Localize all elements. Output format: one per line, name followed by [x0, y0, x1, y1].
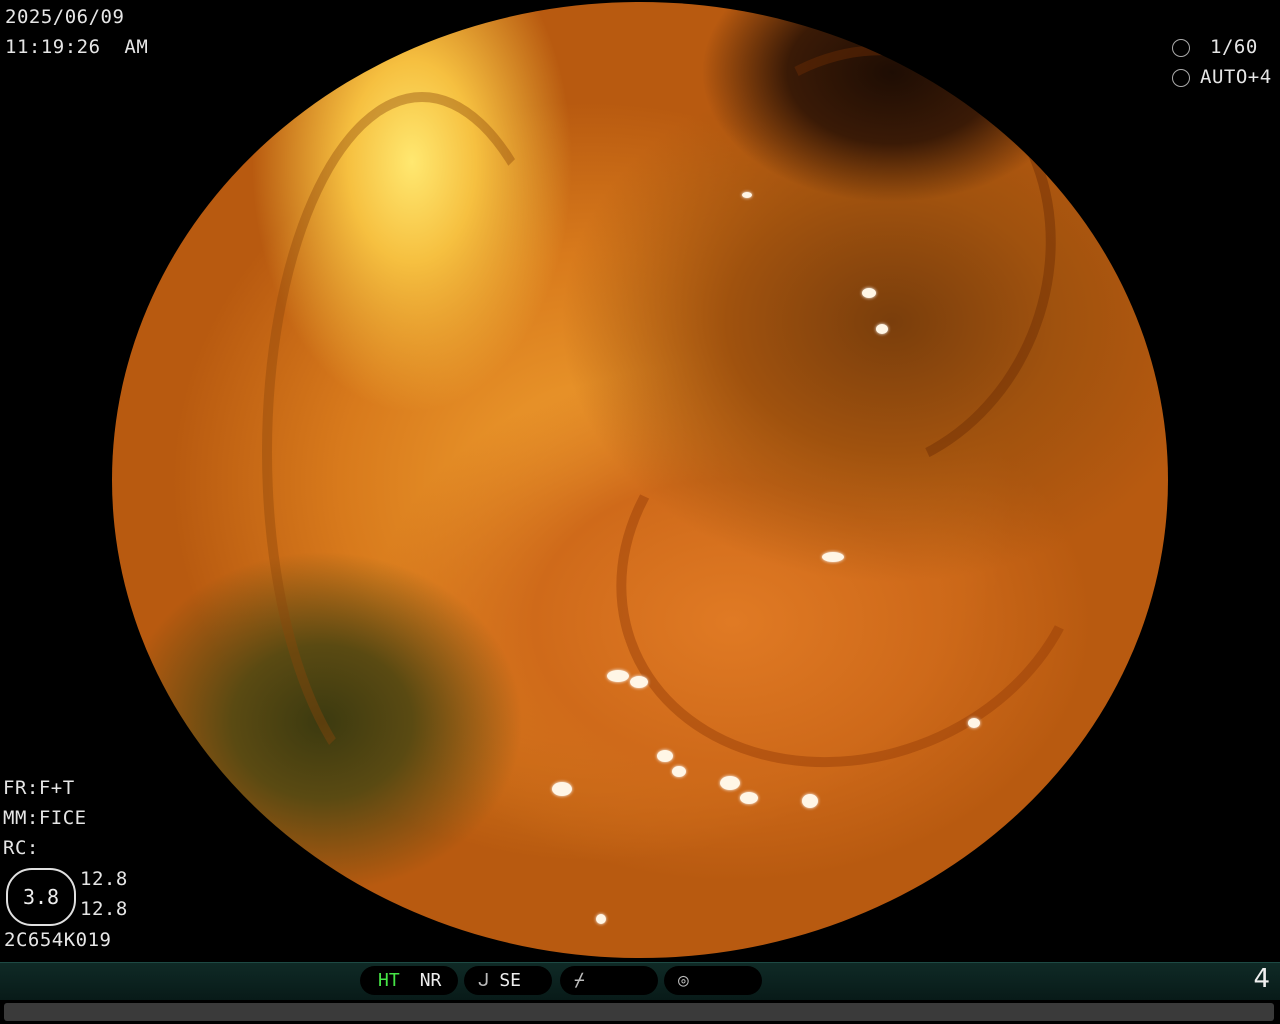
zoom-value: 3.8	[22, 885, 60, 909]
zoom-top-value: 12.8	[80, 868, 128, 890]
mucosal-fold	[558, 291, 1146, 833]
fr-setting: FR:F+T	[3, 777, 75, 799]
specular-highlight	[552, 782, 572, 796]
specular-highlight	[630, 676, 648, 688]
specular-highlight	[672, 766, 686, 777]
zoom-bottom-value: 12.8	[80, 898, 128, 920]
time-label: 11:19:26 AM	[5, 36, 149, 58]
se-indicator-pill: ᒍ SE	[464, 966, 552, 995]
zoom-badge: 3.8	[6, 868, 76, 926]
specular-highlight	[742, 192, 752, 198]
slash-indicator-pill: ⌿	[560, 966, 658, 995]
mm-setting: MM:FICE	[3, 807, 87, 829]
specular-highlight	[607, 670, 629, 682]
ht-indicator: HT	[378, 970, 400, 991]
page-number: 4	[1253, 964, 1270, 994]
shutter-speed: 1/60	[1210, 36, 1258, 58]
gear-icon	[1172, 68, 1190, 87]
ht-nr-indicator: HT NR	[360, 966, 458, 995]
exposure-info: 1/60 AUTO+4	[1172, 32, 1272, 92]
specular-highlight	[596, 914, 606, 924]
specular-highlight	[862, 288, 876, 298]
specular-highlight	[657, 750, 673, 762]
iris-mode: AUTO+4	[1200, 66, 1272, 88]
date-time: 2025/06/09 11:19:26 AM	[5, 2, 148, 62]
scope-serial: 2C654K019	[4, 929, 112, 951]
rc-setting: RC:	[3, 837, 39, 859]
specular-highlight	[740, 792, 758, 804]
aperture-icon	[1172, 38, 1190, 57]
nr-indicator: NR	[419, 970, 442, 991]
specular-highlight	[802, 794, 818, 808]
specular-highlight	[720, 776, 740, 790]
specular-highlight	[876, 324, 888, 334]
zoom-values: 12.8 12.8	[80, 864, 128, 924]
bottom-strip	[0, 1000, 1280, 1024]
se-indicator: SE	[499, 970, 521, 991]
endoscope-view	[112, 2, 1168, 958]
curve-icon: ᒍ	[478, 970, 490, 991]
specular-highlight	[968, 718, 980, 728]
wave-circle-icon: ◎	[678, 970, 689, 991]
slash-icon: ⌿	[574, 970, 585, 991]
date-label: 2025/06/09	[5, 6, 125, 28]
specular-highlight	[822, 552, 844, 562]
circle-indicator-pill: ◎	[664, 966, 762, 995]
mucosal-fold	[262, 92, 582, 812]
processor-settings: FR:F+T MM:FICE RC:	[3, 773, 87, 863]
